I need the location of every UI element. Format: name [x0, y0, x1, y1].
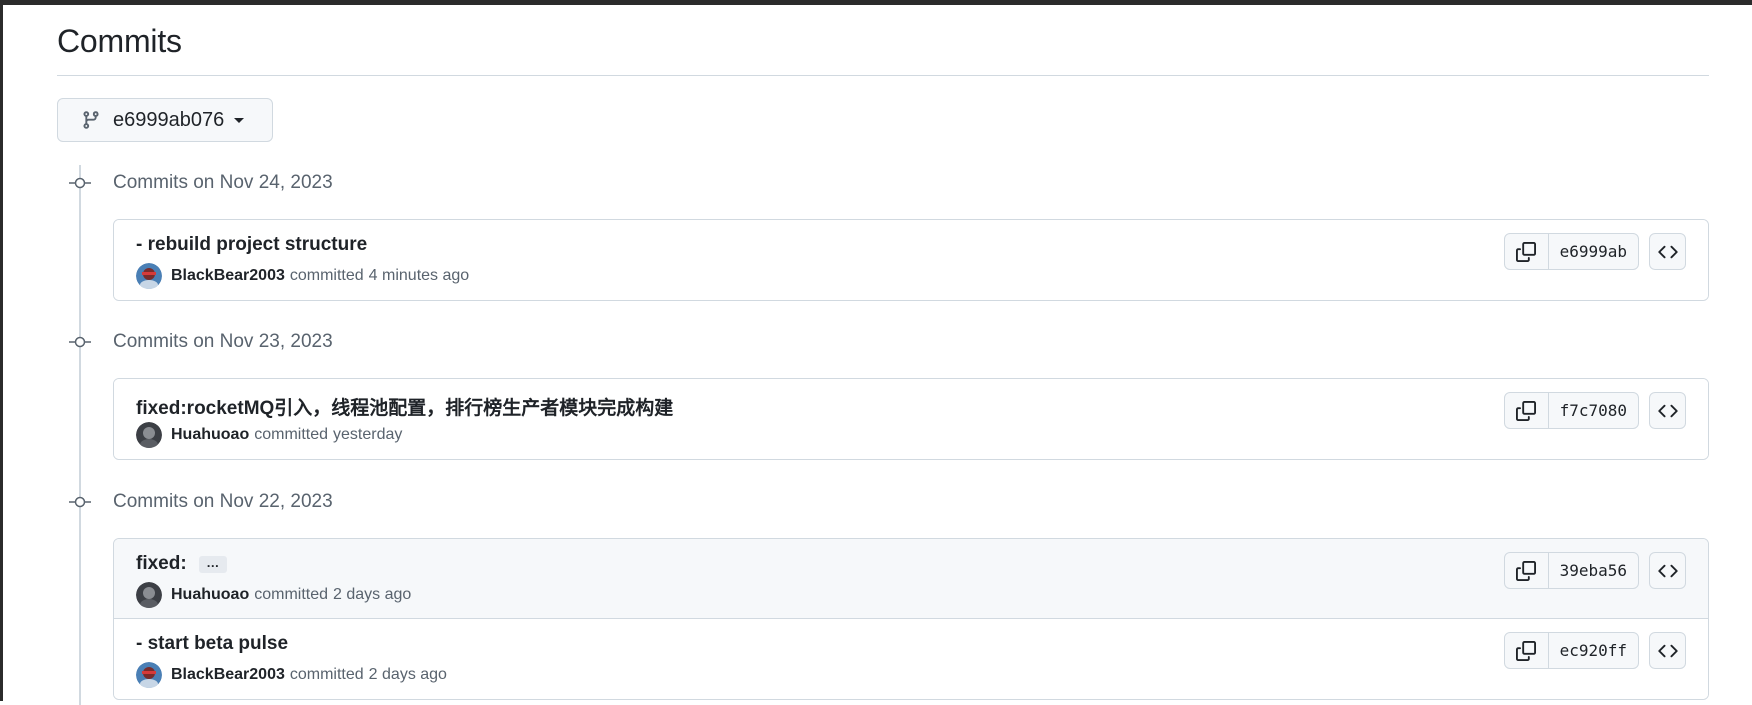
commit-meta: BlackBear2003 committed 2 days ago	[136, 662, 447, 688]
commit-message: fixed: …	[136, 553, 227, 575]
commit-time: 2 days ago	[333, 586, 412, 603]
commit-group-header: Commits on Nov 23, 2023	[57, 327, 333, 357]
browse-repository-button[interactable]	[1649, 632, 1686, 669]
commit-meta: BlackBear2003 committed 4 minutes ago	[136, 263, 469, 289]
commit-action-label: committed	[254, 426, 329, 443]
commit-list: - rebuild project structure BlackBear200…	[113, 219, 1709, 301]
commit-hash-group: f7c7080	[1503, 392, 1639, 429]
commit-meta: Huahuoao committed 2 days ago	[136, 582, 411, 608]
commit-group-date: Commits on Nov 22, 2023	[113, 491, 333, 512]
commit-message-link[interactable]: - rebuild project structure	[136, 234, 367, 256]
copy-sha-button[interactable]	[1505, 633, 1549, 668]
commits-page: Commits e6999ab076 Commits on Nov 24, 20…	[57, 5, 1709, 705]
commit-author-link[interactable]: Huahuoao	[171, 586, 249, 604]
commit-time: 4 minutes ago	[368, 267, 470, 284]
commit-row: fixed:rocketMQ引入，线程池配置，排行榜生产者模块完成构建 Huah…	[114, 379, 1708, 459]
page-title: Commits	[57, 23, 182, 59]
commit-author-link[interactable]: BlackBear2003	[171, 666, 285, 684]
commit-group-header: Commits on Nov 22, 2023	[57, 487, 333, 517]
commit-action-label: committed	[289, 267, 364, 284]
git-commit-icon	[69, 336, 91, 348]
avatar[interactable]	[136, 662, 162, 688]
branch-name: e6999ab076	[113, 108, 225, 131]
commit-sha-link[interactable]: ec920ff	[1549, 633, 1638, 668]
chevron-down-icon	[234, 117, 245, 123]
commit-hash-group: e6999ab	[1503, 233, 1639, 270]
copy-sha-button[interactable]	[1505, 553, 1549, 588]
browse-repository-button[interactable]	[1649, 552, 1686, 589]
left-window-edge	[0, 0, 3, 701]
branch-selector-button[interactable]: e6999ab076	[57, 98, 273, 142]
copy-sha-button[interactable]	[1505, 393, 1549, 428]
commit-action-label: committed	[254, 586, 329, 603]
commit-row: - rebuild project structure BlackBear200…	[114, 220, 1708, 300]
avatar[interactable]	[136, 582, 162, 608]
expand-message-button[interactable]: …	[198, 555, 227, 573]
commit-message-link[interactable]: fixed:	[136, 553, 187, 575]
commit-list: fixed: … Huahuoao committed 2 days ago 3…	[113, 538, 1709, 700]
code-icon	[1657, 245, 1678, 258]
copy-icon	[1516, 400, 1537, 421]
commit-sha-link[interactable]: f7c7080	[1549, 393, 1638, 428]
commit-meta: Huahuoao committed yesterday	[136, 422, 402, 448]
git-commit-icon	[69, 177, 91, 189]
commit-row: - start beta pulse BlackBear2003 committ…	[114, 619, 1708, 699]
git-commit-icon	[69, 496, 91, 508]
code-icon	[1657, 644, 1678, 657]
browse-repository-button[interactable]	[1649, 233, 1686, 270]
code-icon	[1657, 564, 1678, 577]
code-icon	[1657, 404, 1678, 417]
commit-list: fixed:rocketMQ引入，线程池配置，排行榜生产者模块完成构建 Huah…	[113, 378, 1709, 460]
commit-sha-link[interactable]: e6999ab	[1549, 234, 1638, 269]
commit-author-link[interactable]: BlackBear2003	[171, 267, 285, 285]
commit-group-date: Commits on Nov 23, 2023	[113, 331, 333, 352]
commit-message-link[interactable]: fixed:rocketMQ引入，线程池配置，排行榜生产者模块完成构建	[136, 393, 673, 420]
avatar[interactable]	[136, 263, 162, 289]
copy-icon	[1516, 640, 1537, 661]
git-branch-icon	[83, 111, 99, 129]
commit-group-header: Commits on Nov 24, 2023	[57, 168, 333, 198]
copy-icon	[1516, 560, 1537, 581]
browse-repository-button[interactable]	[1649, 392, 1686, 429]
copy-sha-button[interactable]	[1505, 234, 1549, 269]
commit-hash-group: ec920ff	[1503, 632, 1639, 669]
commit-row: fixed: … Huahuoao committed 2 days ago 3…	[114, 539, 1708, 619]
commit-time: 2 days ago	[368, 666, 447, 683]
commit-message-link[interactable]: - start beta pulse	[136, 633, 288, 655]
commit-action-label: committed	[289, 666, 364, 683]
commit-author-link[interactable]: Huahuoao	[171, 426, 249, 444]
commit-sha-link[interactable]: 39eba56	[1549, 553, 1638, 588]
commit-group-date: Commits on Nov 24, 2023	[113, 172, 333, 193]
commit-time: yesterday	[333, 426, 403, 443]
copy-icon	[1516, 241, 1537, 262]
timeline-line	[79, 165, 81, 705]
avatar[interactable]	[136, 422, 162, 448]
title-divider	[57, 75, 1709, 76]
commit-hash-group: 39eba56	[1503, 552, 1639, 589]
